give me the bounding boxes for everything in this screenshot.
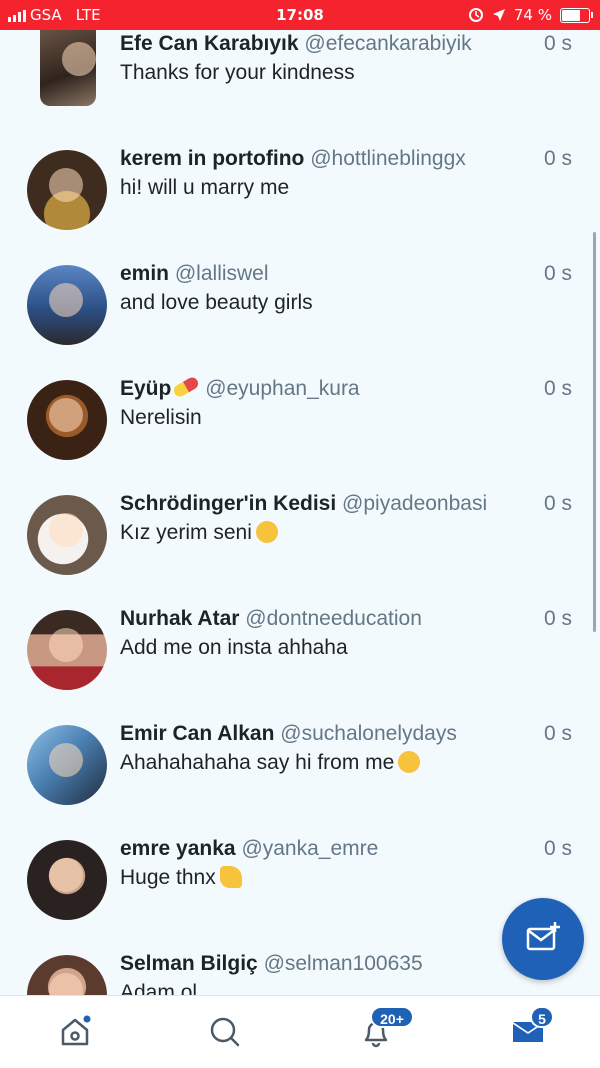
conversation-item[interactable]: kerem in portofino @hottlineblinggx 0 s … (0, 130, 600, 245)
sender-handle: @lalliswel (174, 262, 269, 285)
message-preview: Ahahahahaha say hi from me (120, 751, 395, 774)
message-time: 0 s (543, 32, 572, 55)
conversation-item[interactable]: emin @lalliswel 0 s and love beauty girl… (0, 245, 600, 360)
battery-fill (562, 9, 580, 21)
sender-handle: @suchalonelydays (280, 722, 457, 745)
conversation-item[interactable]: Eyüp @eyuphan_kura 0 s Nerelisin (0, 360, 600, 475)
status-bar: GSA LTE 17:08 74 % (0, 0, 600, 30)
sender-name: Schrödinger'in Kedisi (120, 492, 337, 515)
message-time: 0 s (543, 147, 572, 170)
notifications-badge: 20+ (370, 1006, 414, 1028)
message-preview: Kız yerim seni (120, 521, 252, 544)
sender-name: kerem in portofino (120, 147, 305, 170)
avatar (27, 840, 107, 920)
battery-icon (560, 7, 593, 23)
message-preview: Thanks for your kindness (120, 61, 355, 84)
thumbs-up-icon (219, 866, 242, 888)
sender-name: Efe Can Karabıyık (120, 32, 299, 55)
message-time: 0 s (543, 837, 572, 860)
pill-icon (172, 375, 201, 399)
message-list[interactable]: Efe Can Karabıyık @efecankarabiyik 0 s T… (0, 0, 600, 995)
sender-name: Emir Can Alkan (120, 722, 275, 745)
message-time: 0 s (543, 492, 572, 515)
message-time: 0 s (543, 262, 572, 285)
conversation-item[interactable]: Schrödinger'in Kedisi @piyadeonbasi 0 s … (0, 475, 600, 590)
message-preview: Huge thnx (120, 866, 216, 889)
message-preview: Adam ol (120, 981, 198, 995)
sender-handle: @dontneeducation (245, 607, 422, 630)
sender-handle: @selman100635 (263, 952, 423, 975)
conversation-item[interactable]: Efe Can Karabıyık @efecankarabiyik 0 s T… (0, 24, 600, 143)
sender-handle: @eyuphan_kura (205, 377, 360, 400)
conversation-item[interactable]: Nurhak Atar @dontneeducation 0 s Add me … (0, 590, 600, 705)
avatar (27, 380, 107, 460)
messages-badge: 5 (530, 1006, 554, 1028)
nav-notifications[interactable]: 20+ (356, 1006, 414, 1052)
nav-messages[interactable]: 5 (508, 1006, 554, 1052)
nav-search[interactable] (205, 1012, 245, 1052)
conversation-item[interactable]: Emir Can Alkan @suchalonelydays 0 s Ahah… (0, 705, 600, 820)
avatar (27, 610, 107, 690)
laughing-face-icon (398, 751, 421, 773)
home-icon (61, 1015, 91, 1046)
new-message-icon (526, 922, 560, 951)
sender-name: emin (120, 262, 170, 285)
message-preview: Add me on insta ahhaha (120, 636, 348, 659)
message-time: 0 s (543, 722, 572, 745)
avatar (27, 725, 107, 805)
sender-name: Eyüp (120, 377, 172, 400)
avatar (27, 265, 107, 345)
sender-name: emre yanka (120, 837, 236, 860)
scrollbar[interactable] (593, 232, 596, 632)
message-time: 0 s (543, 377, 572, 400)
nav-home[interactable] (55, 1012, 95, 1052)
new-message-button[interactable] (502, 898, 584, 980)
avatar (27, 150, 107, 230)
location-arrow-icon (492, 9, 505, 21)
avatar (40, 24, 96, 106)
sender-handle: @piyadeonbasi (342, 492, 488, 515)
battery-percent: 74 % (513, 6, 552, 24)
sender-handle: @yanka_emre (241, 837, 379, 860)
sender-handle: @hottlineblinggx (310, 147, 466, 170)
alarm-icon (468, 8, 483, 22)
smirk-face-icon (255, 521, 278, 543)
sender-name: Selman Bilgiç (120, 952, 258, 975)
bottom-nav: 20+ 5 (0, 995, 600, 1068)
search-icon (210, 1017, 240, 1047)
avatar (27, 955, 107, 995)
avatar (27, 495, 107, 575)
sender-name: Nurhak Atar (120, 607, 240, 630)
message-preview: Nerelisin (120, 406, 202, 429)
message-preview: and love beauty girls (120, 291, 313, 314)
message-preview: hi! will u marry me (120, 176, 290, 199)
message-time: 0 s (543, 607, 572, 630)
sender-handle: @efecankarabiyik (304, 32, 472, 55)
